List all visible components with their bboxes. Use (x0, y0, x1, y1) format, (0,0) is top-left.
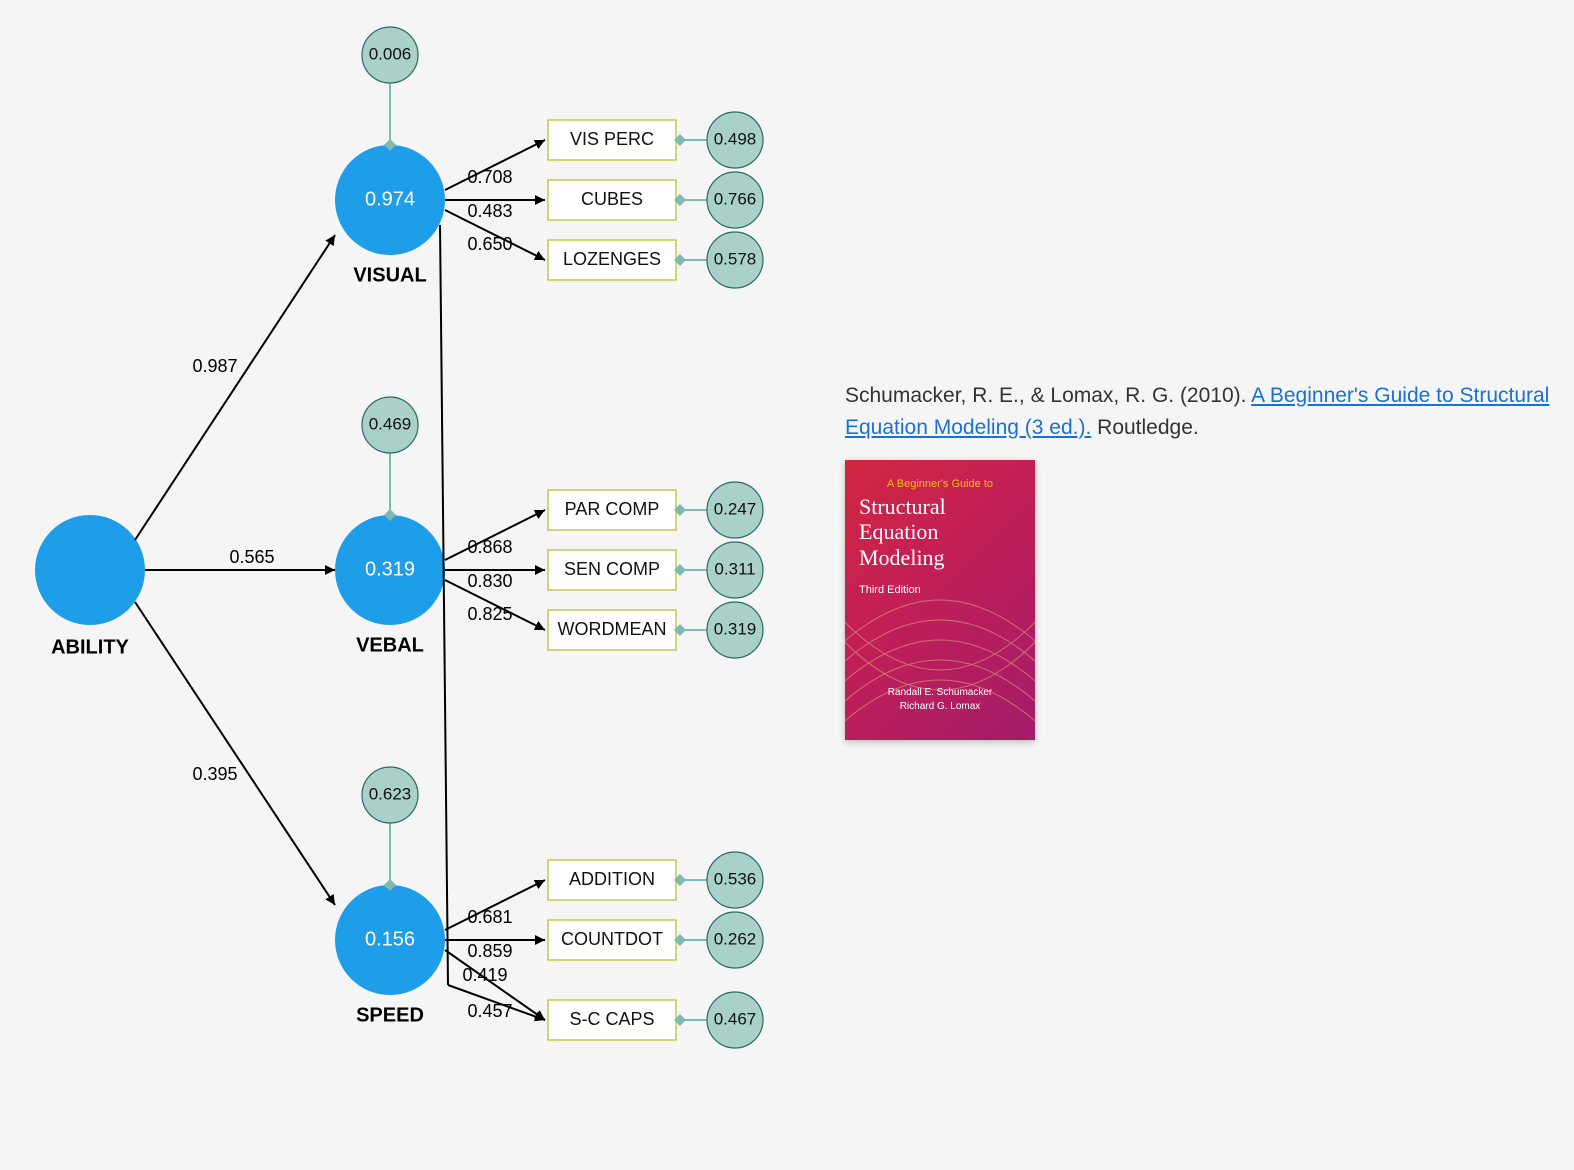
vebal-label: VEBAL (356, 635, 424, 657)
vebal-residual-value: 0.469 (369, 414, 412, 433)
book-cover-image: A Beginner's Guide to Structural Equatio… (845, 460, 1035, 740)
cubes-error: 0.766 (714, 189, 757, 208)
lozenges-label: LOZENGES (563, 249, 661, 269)
book-edition: Third Edition (859, 584, 921, 596)
path-ability-vebal-value: 0.565 (229, 547, 274, 567)
countdot-loading: 0.859 (467, 941, 512, 961)
sccaps-error: 0.467 (714, 1009, 757, 1028)
book-title-1: Structural (859, 494, 946, 519)
obs-parcomp: 0.868 PAR COMP 0.247 (445, 482, 763, 560)
parcomp-error: 0.247 (714, 499, 757, 518)
cubes-label: CUBES (581, 189, 643, 209)
wordmean-loading: 0.825 (467, 604, 512, 624)
sccaps-loading: 0.457 (467, 1001, 512, 1021)
visperc-error: 0.498 (714, 129, 757, 148)
sencomp-error: 0.311 (714, 559, 755, 578)
wordmean-error: 0.319 (714, 619, 757, 638)
addition-label: ADDITION (569, 869, 655, 889)
obs-wordmean: 0.825 WORDMEAN 0.319 (445, 580, 763, 658)
obs-addition: 0.681 ADDITION 0.536 (445, 852, 763, 930)
visual-residual-value: 0.006 (369, 44, 412, 63)
parcomp-label: PAR COMP (565, 499, 660, 519)
sccaps-label: S-C CAPS (569, 1009, 654, 1029)
path-ability-speed: 0.395 (135, 602, 335, 905)
book-subtitle: A Beginner's Guide to (845, 478, 1035, 490)
wordmean-label: WORDMEAN (558, 619, 667, 639)
sencomp-loading: 0.830 (467, 571, 512, 591)
vebal-r2: 0.319 (365, 558, 415, 580)
latent-vebal: 0.319 VEBAL (335, 515, 445, 657)
parcomp-loading: 0.868 (467, 537, 512, 557)
addition-loading: 0.681 (467, 907, 512, 927)
visual-r2: 0.974 (365, 188, 415, 210)
sencomp-label: SEN COMP (564, 559, 660, 579)
sem-diagram-canvas: ABILITY 0.987 0.565 0.395 0.974 VISUAL 0… (0, 0, 1574, 1170)
visperc-label: VIS PERC (570, 129, 654, 149)
path-ability-vebal: 0.565 (145, 547, 335, 570)
book-title-3: Modeling (859, 545, 946, 570)
cubes-loading: 0.483 (467, 201, 512, 221)
addition-error: 0.536 (714, 869, 757, 888)
speed-label: SPEED (356, 1005, 424, 1027)
speed-residual: 0.623 (362, 767, 418, 885)
obs-lozenges: 0.650 LOZENGES 0.578 (445, 210, 763, 288)
speed-r2: 0.156 (365, 928, 415, 950)
path-ability-visual-value: 0.987 (192, 356, 237, 376)
visual-residual: 0.006 (362, 27, 418, 145)
vebal-residual: 0.469 (362, 397, 418, 515)
lozenges-error: 0.578 (714, 249, 757, 268)
citation-text: Schumacker, R. E., & Lomax, R. G. (2010)… (845, 380, 1565, 443)
speed-residual-value: 0.623 (369, 784, 412, 803)
lozenges-loading: 0.650 (467, 234, 512, 254)
citation-prefix: Schumacker, R. E., & Lomax, R. G. (2010)… (845, 384, 1251, 407)
obs-visperc: 0.708 VIS PERC 0.498 (445, 112, 763, 190)
book-title-2: Equation (859, 519, 946, 544)
latent-visual: 0.974 VISUAL (335, 145, 445, 287)
countdot-label: COUNTDOT (561, 929, 663, 949)
book-author-2: Richard G. Lomax (845, 700, 1035, 714)
citation-suffix: Routledge. (1091, 416, 1198, 439)
sem-path-diagram: ABILITY 0.987 0.565 0.395 0.974 VISUAL 0… (0, 0, 1574, 1170)
ability-label: ABILITY (51, 637, 129, 659)
path-ability-speed-value: 0.395 (192, 764, 237, 784)
book-author-1: Randall E. Schumacker (845, 686, 1035, 700)
latent-ability: ABILITY (35, 515, 145, 659)
path-ability-visual: 0.987 (135, 235, 335, 540)
visperc-loading: 0.708 (467, 167, 512, 187)
latent-speed: 0.156 SPEED (335, 885, 445, 1027)
countdot-error: 0.262 (714, 929, 757, 948)
visual-label: VISUAL (353, 265, 426, 287)
